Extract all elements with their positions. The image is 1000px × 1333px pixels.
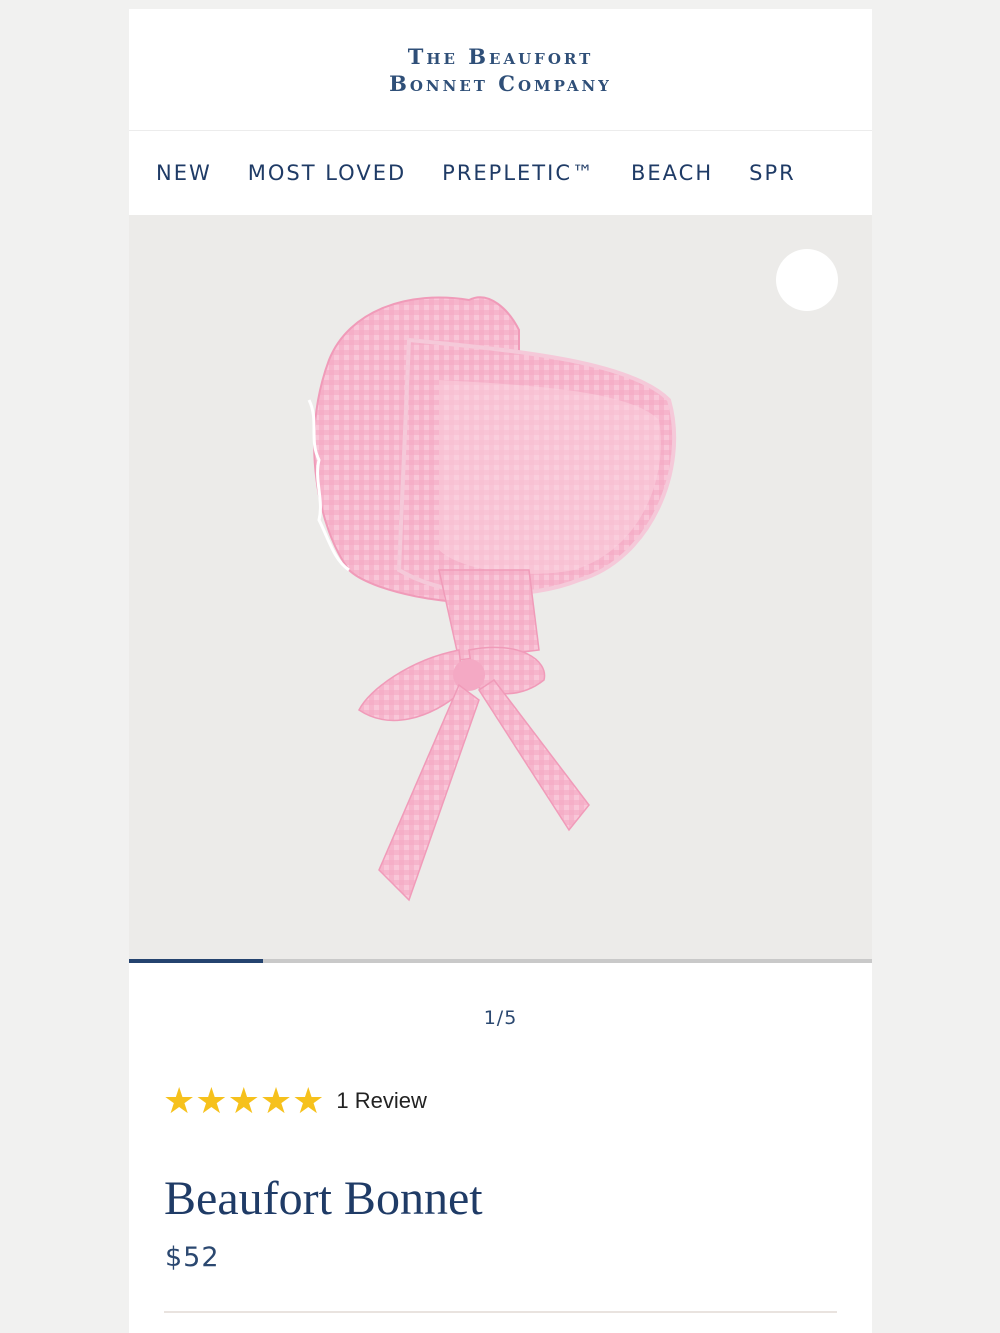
- main-nav: NEW MOST LOVED PREPLETIC™ BEACH SPR: [129, 131, 872, 215]
- gallery-progress: [129, 959, 872, 963]
- nav-item-new[interactable]: NEW: [156, 161, 212, 185]
- star-icon: ★: [195, 1080, 228, 1121]
- gallery-counter: 1/5: [483, 1007, 518, 1029]
- rating-row[interactable]: ★ ★ ★ ★ ★ 1 Review: [129, 1083, 872, 1119]
- nav-item-prepletic[interactable]: PREPLETIC™: [442, 161, 595, 185]
- product-title: Beaufort Bonnet: [164, 1172, 483, 1225]
- gallery-progress-fill: [129, 959, 263, 963]
- nav-item-most-loved[interactable]: MOST LOVED: [248, 161, 406, 185]
- brand-line-1: The Beaufort: [407, 43, 594, 69]
- nav-item-spring[interactable]: SPR: [749, 161, 796, 185]
- divider: [164, 1311, 837, 1313]
- phone-screen: The Beaufort Bonnet Company NEW MOST LOV…: [129, 9, 872, 1333]
- wishlist-button[interactable]: [776, 249, 838, 311]
- product-image[interactable]: [289, 270, 689, 910]
- site-header: The Beaufort Bonnet Company: [129, 9, 872, 131]
- review-count[interactable]: 1 Review: [336, 1088, 426, 1114]
- brand-logo[interactable]: The Beaufort Bonnet Company: [389, 43, 612, 97]
- nav-item-beach[interactable]: BEACH: [631, 161, 713, 185]
- star-icon: ★: [227, 1080, 260, 1121]
- star-rating: ★ ★ ★ ★ ★: [163, 1083, 324, 1119]
- brand-line-2: Bonnet Company: [389, 70, 612, 96]
- star-icon: ★: [292, 1080, 325, 1121]
- product-gallery[interactable]: [129, 215, 872, 959]
- star-icon: ★: [259, 1080, 293, 1121]
- product-price: $52: [165, 1242, 220, 1273]
- star-icon: ★: [163, 1080, 196, 1121]
